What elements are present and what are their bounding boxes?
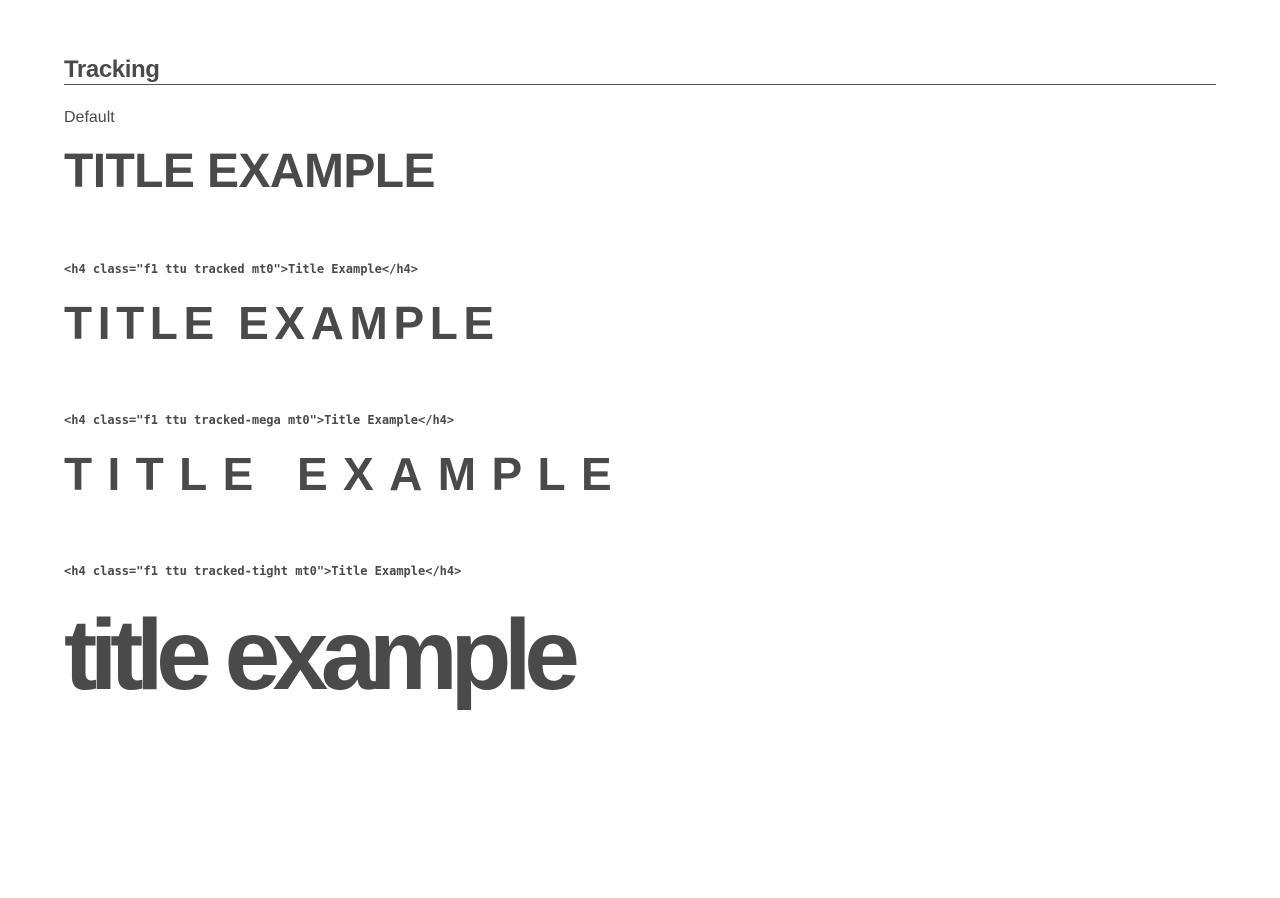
tracked-tight-title-example: title example bbox=[64, 599, 580, 711]
tracked-code-snippet: <h4 class="f1 ttu tracked mt0">Title Exa… bbox=[64, 262, 419, 276]
section-title: Tracking bbox=[64, 56, 160, 83]
default-example-label: Default bbox=[64, 109, 115, 126]
tracked-title-example: TITLE EXAMPLE bbox=[64, 297, 500, 349]
section-divider bbox=[64, 84, 1216, 85]
tracked-mega-title-example: TITLE EXAMPLE bbox=[64, 448, 628, 500]
tracked-tight-code-snippet: <h4 class="f1 ttu tracked-tight mt0">Tit… bbox=[64, 564, 462, 578]
default-title-example: TITLE EXAMPLE bbox=[64, 145, 435, 198]
tracked-mega-code-snippet: <h4 class="f1 ttu tracked-mega mt0">Titl… bbox=[64, 413, 455, 427]
page: Tracking Default TITLE EXAMPLE <h4 class… bbox=[0, 0, 1280, 898]
